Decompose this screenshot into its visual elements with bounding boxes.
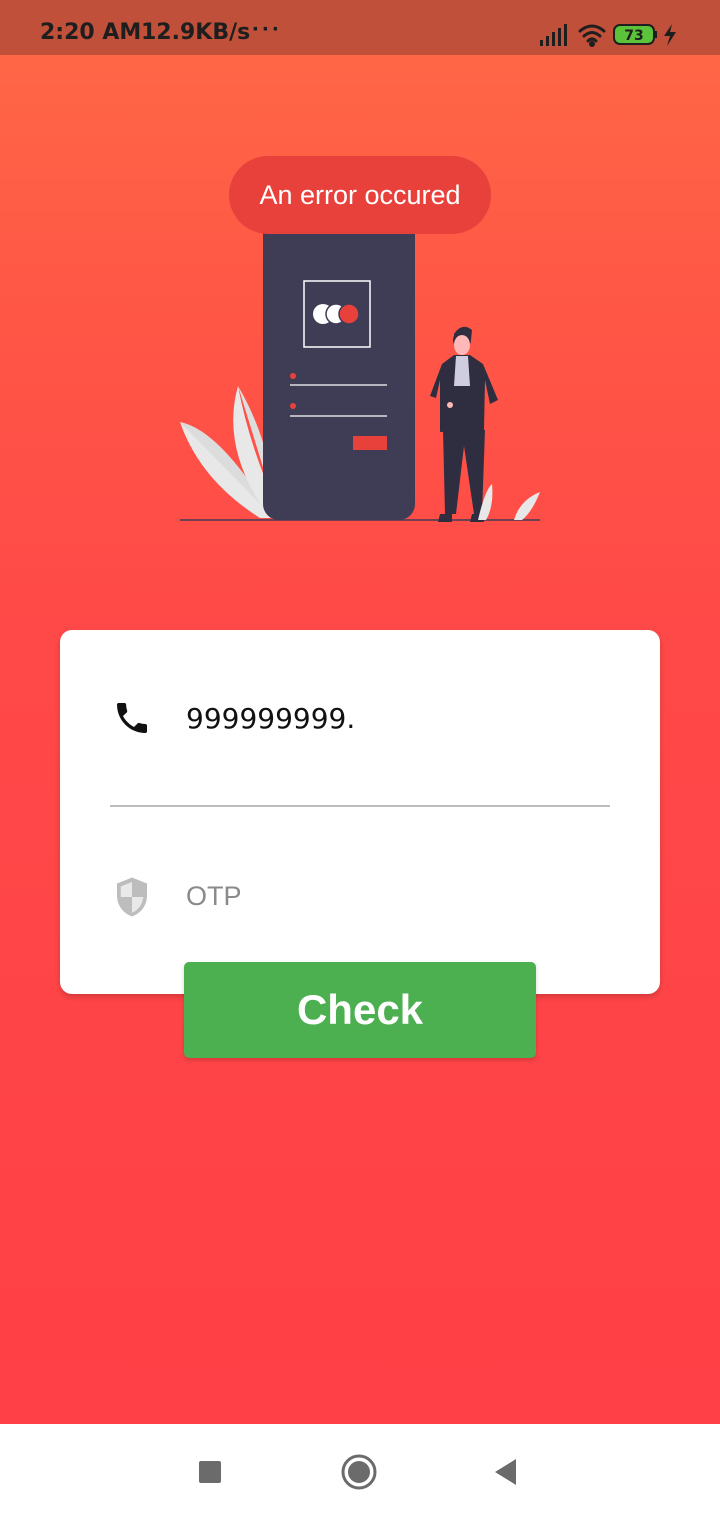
shield-icon: [117, 877, 147, 917]
status-bar: 2:20 AM 12.9KB/s ··· 73: [0, 0, 720, 55]
status-time: 2:20 AM: [40, 20, 142, 45]
battery-icon: 73: [613, 24, 657, 45]
charging-icon: [664, 24, 676, 46]
otp-input[interactable]: [186, 876, 586, 916]
status-icons: 73: [540, 24, 676, 47]
back-icon[interactable]: [494, 1458, 518, 1486]
battery-level: 73: [624, 28, 643, 44]
login-card: [60, 630, 660, 994]
navigation-bar: [0, 1424, 720, 1520]
check-button[interactable]: Check: [184, 962, 536, 1058]
more-notifications-icon: ···: [252, 16, 282, 43]
wifi-icon: [578, 24, 606, 47]
home-icon[interactable]: [341, 1454, 377, 1490]
phone-icon: [117, 703, 147, 733]
network-speed: 12.9KB/s: [141, 20, 251, 45]
phone-number-field[interactable]: 999999999.: [186, 702, 355, 735]
signal-icon: [540, 24, 567, 46]
recent-apps-icon[interactable]: [199, 1461, 221, 1483]
error-toast: An error occured: [229, 156, 491, 234]
phone-field-underline: [110, 805, 610, 807]
